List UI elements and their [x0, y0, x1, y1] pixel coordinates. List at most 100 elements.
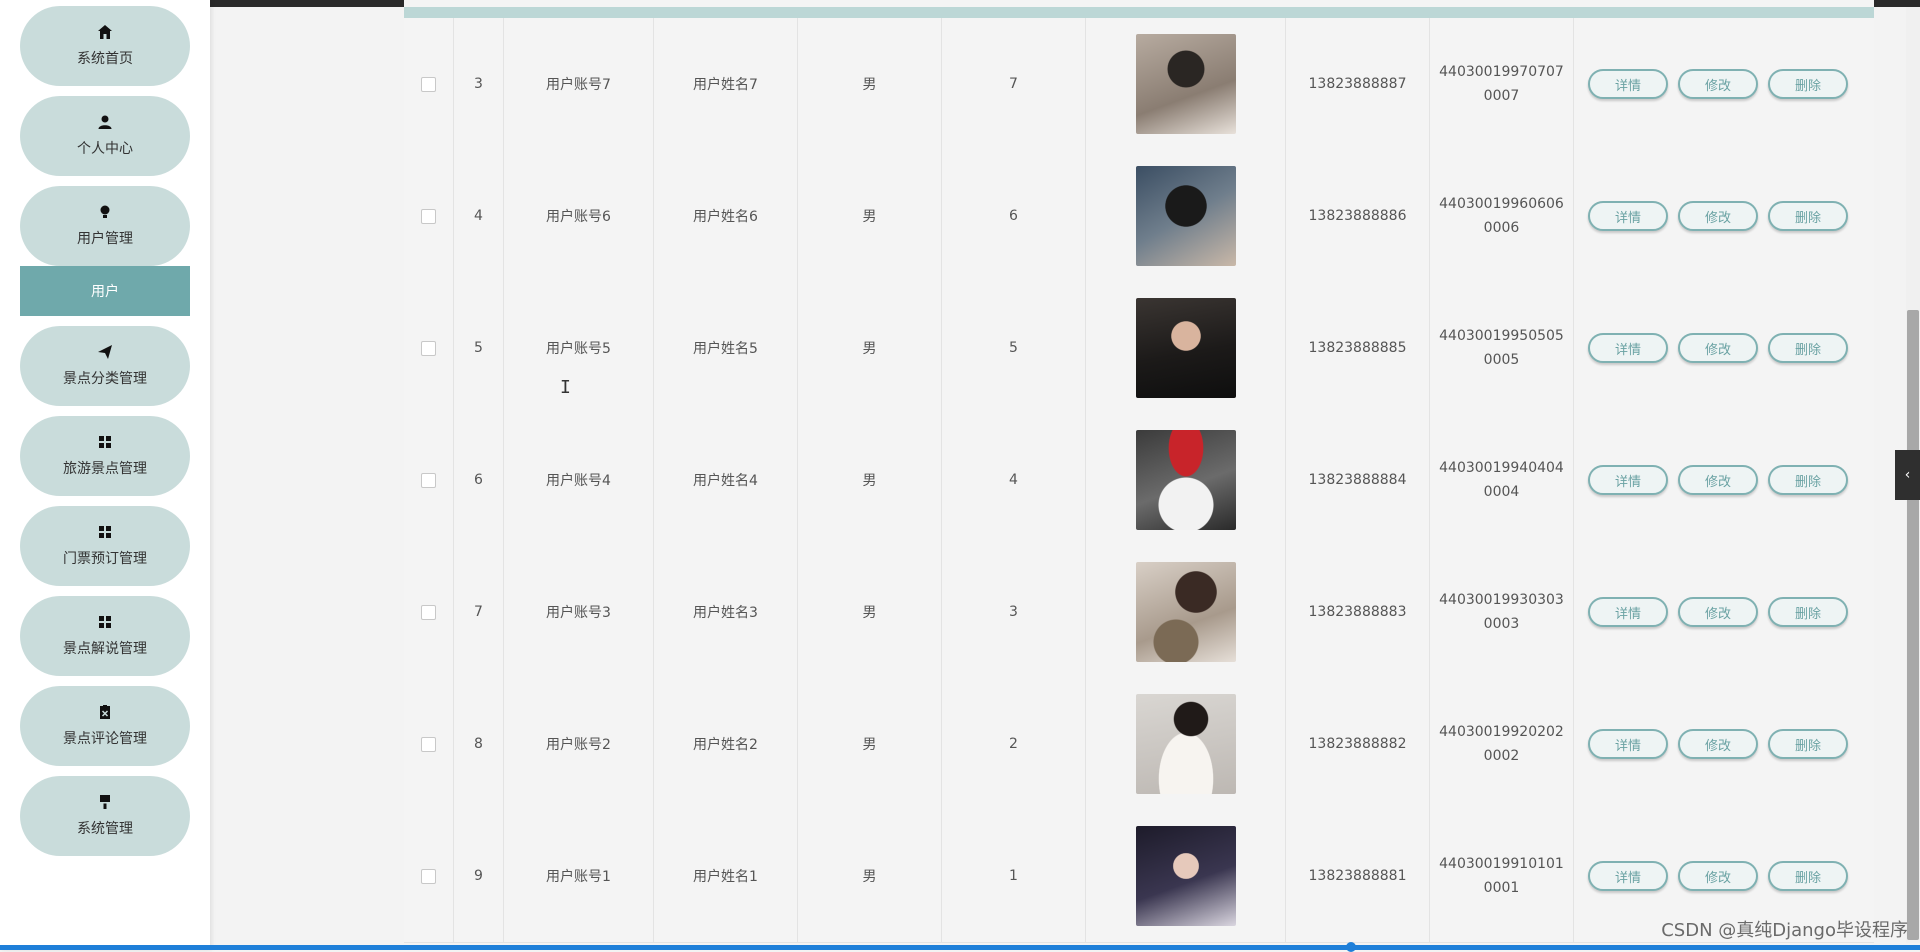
sidebar-subitem-user[interactable]: 用户 — [20, 266, 190, 316]
grid-icon — [97, 434, 113, 450]
user-photo-cell — [1086, 18, 1286, 150]
user-photo-cell — [1086, 282, 1286, 414]
detail-button[interactable]: 详情 — [1588, 861, 1668, 891]
user-id-card: 440300199303030003 — [1430, 546, 1574, 678]
detail-button[interactable]: 详情 — [1588, 597, 1668, 627]
collapse-panel-button[interactable]: ‹ — [1895, 450, 1920, 500]
scrollbar-thumb[interactable] — [1907, 310, 1919, 940]
sidebar-item-profile[interactable]: 个人中心 — [20, 96, 190, 176]
sidebar-item-comment-management[interactable]: 景点评论管理 — [20, 686, 190, 766]
detail-button[interactable]: 详情 — [1588, 729, 1668, 759]
row-checkbox-cell — [404, 282, 454, 414]
sidebar-item-ticket-management[interactable]: 门票预订管理 — [20, 506, 190, 586]
sidebar-item-system-management[interactable]: 系统管理 — [20, 776, 190, 856]
text-cursor-icon: I — [560, 377, 571, 398]
sidebar-item-home[interactable]: 系统首页 — [20, 6, 190, 86]
user-phone: 13823888885 — [1286, 282, 1430, 414]
sidebar-item-user-management[interactable]: 用户管理 — [20, 186, 190, 266]
edit-button[interactable]: 修改 — [1678, 69, 1758, 99]
user-account: 用户账号5 — [504, 282, 654, 414]
user-photo[interactable] — [1135, 826, 1236, 926]
edit-button[interactable]: 修改 — [1678, 465, 1758, 495]
user-photo[interactable] — [1135, 34, 1236, 134]
user-phone: 13823888887 — [1286, 18, 1430, 150]
edit-button[interactable]: 修改 — [1678, 729, 1758, 759]
delete-button[interactable]: 删除 — [1768, 861, 1848, 891]
sidebar-item-label: 门票预订管理 — [63, 551, 147, 567]
user-age: 2 — [942, 678, 1086, 810]
sidebar-item-guide-management[interactable]: 景点解说管理 — [20, 596, 190, 676]
person-icon — [97, 114, 113, 130]
row-index: 3 — [454, 18, 504, 150]
user-account: 用户账号4 — [504, 414, 654, 546]
user-phone: 13823888886 — [1286, 150, 1430, 282]
row-checkbox[interactable] — [421, 472, 436, 488]
table-row: 7 用户账号3 用户姓名3 男 3 13823888883 4403001993… — [404, 546, 1874, 679]
user-name: 用户姓名3 — [654, 546, 798, 678]
detail-button[interactable]: 详情 — [1588, 69, 1668, 99]
brush-icon — [97, 794, 113, 810]
detail-button[interactable]: 详情 — [1588, 201, 1668, 231]
user-name: 用户姓名1 — [654, 810, 798, 942]
row-actions: 详情 修改 删除 — [1574, 678, 1874, 810]
user-account: 用户账号3 — [504, 546, 654, 678]
user-photo[interactable] — [1135, 298, 1236, 398]
user-sex: 男 — [798, 150, 942, 282]
user-photo[interactable] — [1135, 562, 1236, 662]
user-photo[interactable] — [1135, 430, 1236, 530]
user-photo[interactable] — [1135, 166, 1236, 266]
table-row: 9 用户账号1 用户姓名1 男 1 13823888881 4403001991… — [404, 810, 1874, 943]
sidebar-item-label: 景点分类管理 — [63, 371, 147, 387]
row-checkbox[interactable] — [421, 208, 436, 224]
row-checkbox[interactable] — [421, 604, 436, 620]
sidebar-item-category-management[interactable]: 景点分类管理 — [20, 326, 190, 406]
sidebar-item-attraction-management[interactable]: 旅游景点管理 — [20, 416, 190, 496]
table-row: 5 用户账号5 用户姓名5 男 5 13823888885 4403001995… — [404, 282, 1874, 415]
delete-button[interactable]: 删除 — [1768, 69, 1848, 99]
edit-button[interactable]: 修改 — [1678, 201, 1758, 231]
detail-button[interactable]: 详情 — [1588, 465, 1668, 495]
sidebar-item-label: 用户管理 — [77, 231, 133, 247]
user-age: 3 — [942, 546, 1086, 678]
row-checkbox[interactable] — [421, 340, 436, 356]
user-id-card: 440300199404040004 — [1430, 414, 1574, 546]
sidebar: 系统首页 个人中心 用户管理 用户 景点分类管理 旅游景点管理 门票预订管理 景… — [0, 0, 210, 950]
row-checkbox[interactable] — [421, 868, 436, 884]
user-account: 用户账号2 — [504, 678, 654, 810]
user-phone: 13823888884 — [1286, 414, 1430, 546]
edit-button[interactable]: 修改 — [1678, 597, 1758, 627]
user-id-card: 440300199606060006 — [1430, 150, 1574, 282]
user-id-card: 440300199202020002 — [1430, 678, 1574, 810]
row-index: 7 — [454, 546, 504, 678]
user-id-card: 440300199505050005 — [1430, 282, 1574, 414]
user-sex: 男 — [798, 546, 942, 678]
user-photo-cell — [1086, 150, 1286, 282]
row-checkbox[interactable] — [421, 736, 436, 752]
row-index: 5 — [454, 282, 504, 414]
send-icon — [97, 344, 113, 360]
sidebar-item-label: 系统管理 — [77, 821, 133, 837]
row-checkbox-cell — [404, 414, 454, 546]
edit-button[interactable]: 修改 — [1678, 861, 1758, 891]
table-row: 4 用户账号6 用户姓名6 男 6 13823888886 4403001996… — [404, 150, 1874, 283]
user-phone: 13823888882 — [1286, 678, 1430, 810]
user-name: 用户姓名5 — [654, 282, 798, 414]
row-index: 6 — [454, 414, 504, 546]
delete-button[interactable]: 删除 — [1768, 201, 1848, 231]
user-sex: 男 — [798, 678, 942, 810]
chevron-left-icon: ‹ — [1904, 467, 1911, 483]
user-phone: 13823888881 — [1286, 810, 1430, 942]
row-checkbox[interactable] — [421, 76, 436, 92]
user-id-card: 440300199101010001 — [1430, 810, 1574, 942]
table-row: 8 用户账号2 用户姓名2 男 2 13823888882 4403001992… — [404, 678, 1874, 811]
edit-button[interactable]: 修改 — [1678, 333, 1758, 363]
user-photo[interactable] — [1135, 694, 1236, 794]
user-sex: 男 — [798, 414, 942, 546]
delete-button[interactable]: 删除 — [1768, 333, 1848, 363]
delete-button[interactable]: 删除 — [1768, 465, 1848, 495]
detail-button[interactable]: 详情 — [1588, 333, 1668, 363]
row-index: 8 — [454, 678, 504, 810]
delete-button[interactable]: 删除 — [1768, 597, 1848, 627]
grid-icon — [97, 614, 113, 630]
delete-button[interactable]: 删除 — [1768, 729, 1848, 759]
